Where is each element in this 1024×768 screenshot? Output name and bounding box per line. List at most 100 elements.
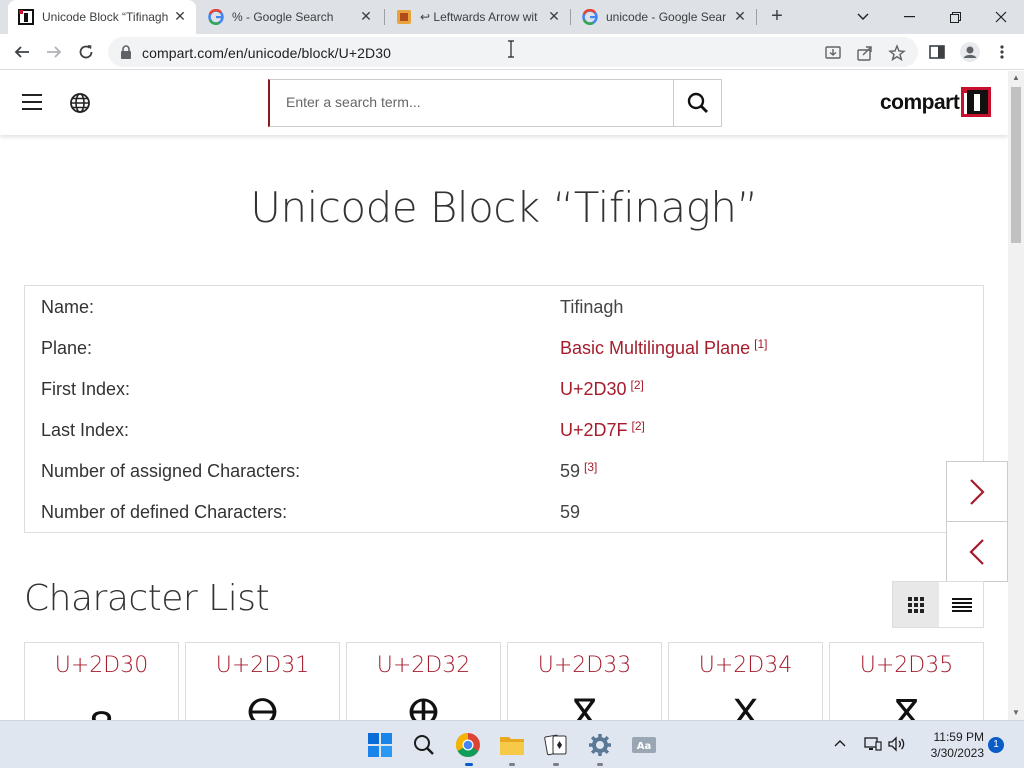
search-icon <box>414 735 434 755</box>
character-code: U+2D34 <box>698 653 793 678</box>
taskbar-chrome[interactable] <box>452 729 484 761</box>
character-glyph: ⴴ <box>733 693 758 720</box>
tab-close-icon[interactable]: ✕ <box>732 8 748 24</box>
arrow-left-icon <box>14 46 29 58</box>
tab-close-icon[interactable]: ✕ <box>546 8 562 24</box>
start-button[interactable] <box>364 729 396 761</box>
character-card[interactable]: U+2D33 ⴳ <box>507 642 662 720</box>
character-code: U+2D35 <box>859 653 954 678</box>
footnote-ref[interactable]: [3] <box>584 460 597 474</box>
character-card[interactable]: U+2D32 ⴲ <box>346 642 501 720</box>
block-info-table: Name: Tifinagh Plane: Basic Multilingual… <box>24 285 984 533</box>
tab-search-button[interactable] <box>840 0 886 34</box>
forward-button[interactable] <box>42 40 66 64</box>
folder-icon <box>500 737 524 755</box>
character-glyph: ⴲ <box>407 693 440 720</box>
minimize-icon <box>903 16 915 18</box>
hamburger-menu-icon[interactable] <box>22 94 42 110</box>
side-panel-icon[interactable] <box>928 43 946 61</box>
grid-view-button[interactable] <box>893 582 939 627</box>
page-title: Unicode Block “Tifinagh” <box>250 183 758 232</box>
first-index-link[interactable]: U+2D30 <box>560 379 627 399</box>
reload-button[interactable] <box>74 40 98 64</box>
install-app-icon[interactable] <box>824 44 842 62</box>
next-block-button[interactable] <box>946 461 1008 522</box>
tab-close-icon[interactable]: ✕ <box>358 8 374 24</box>
tab-leftwards-arrow[interactable]: ↩ Leftwards Arrow with ✕ <box>386 0 570 34</box>
volume-icon[interactable] <box>888 736 906 752</box>
close-window-button[interactable] <box>978 0 1024 34</box>
url-text[interactable]: compart.com/en/unicode/block/U+2D30 <box>142 45 391 61</box>
network-icon[interactable] <box>864 736 882 752</box>
footnote-ref[interactable]: [1] <box>754 337 767 351</box>
tab-google-search-percent[interactable]: % - Google Search ✕ <box>198 0 382 34</box>
taskbar-search-button[interactable] <box>408 729 440 761</box>
character-code: U+2D31 <box>215 653 310 678</box>
compart-logo-icon <box>961 87 992 117</box>
site-header: compart <box>0 71 1008 135</box>
assigned-count: 59 <box>560 461 581 481</box>
taskbar-solitaire[interactable] <box>540 729 572 761</box>
previous-block-button[interactable] <box>946 521 1008 582</box>
minimize-button[interactable] <box>886 0 932 34</box>
browser-tab-strip: Unicode Block “Tifinagh” ✕ % - Google Se… <box>0 0 1024 34</box>
compart-logo[interactable]: compart <box>880 87 993 119</box>
page-viewport: compart Unicode Block “Tifinagh” Name: T… <box>0 71 1024 720</box>
scroll-down-arrow-icon[interactable]: ▼ <box>1008 706 1024 720</box>
restore-icon <box>949 11 961 23</box>
chevron-up-icon[interactable] <box>834 739 846 747</box>
character-glyph: ⴵ <box>895 693 918 720</box>
footnote-ref[interactable]: [2] <box>632 419 645 433</box>
plane-link[interactable]: Basic Multilingual Plane <box>560 338 750 358</box>
tab-google-search-unicode[interactable]: unicode - Google Search ✕ <box>572 0 756 34</box>
restore-button[interactable] <box>932 0 978 34</box>
character-card[interactable]: U+2D34 ⴴ <box>668 642 823 720</box>
info-value-link: Basic Multilingual Plane [1] <box>560 337 767 359</box>
more-menu-icon[interactable] <box>996 43 1008 61</box>
arrow-right-icon <box>47 46 62 58</box>
tab-unicode-block[interactable]: Unicode Block “Tifinagh” ✕ <box>8 0 196 34</box>
footnote-ref[interactable]: [2] <box>631 378 644 392</box>
character-card[interactable]: U+2D35 ⴵ <box>829 642 984 720</box>
gear-icon <box>589 734 611 756</box>
taskbar-character-map[interactable]: Aa <box>628 729 660 761</box>
back-button[interactable] <box>10 40 34 64</box>
tab-title: % - Google Search <box>232 10 334 24</box>
character-card[interactable]: U+2D31 ⴱ <box>185 642 340 720</box>
text-cursor-icon <box>508 40 514 58</box>
notification-badge[interactable]: 1 <box>988 737 1004 753</box>
search-input[interactable] <box>286 94 666 110</box>
info-row-assigned: Number of assigned Characters: 59 [3] <box>41 460 971 487</box>
scroll-up-arrow-icon[interactable]: ▲ <box>1008 71 1024 85</box>
logo-text: compart <box>880 91 960 114</box>
search-icon <box>687 92 708 113</box>
last-index-link[interactable]: U+2D7F <box>560 420 628 440</box>
tab-close-icon[interactable]: ✕ <box>172 8 188 24</box>
info-label: Number of assigned Characters: <box>41 461 301 481</box>
page-scrollbar[interactable]: ▲ ▼ <box>1008 71 1024 720</box>
taskbar-file-explorer[interactable] <box>496 729 528 761</box>
tab-title: Unicode Block “Tifinagh” <box>42 10 168 24</box>
reload-icon <box>79 45 93 59</box>
bookmark-star-icon[interactable] <box>888 44 906 62</box>
info-row-name: Name: Tifinagh <box>41 297 971 323</box>
new-tab-button[interactable]: + <box>766 6 788 28</box>
taskbar-settings[interactable] <box>584 729 616 761</box>
info-label: First Index: <box>41 379 131 399</box>
system-clock[interactable]: 11:59 PM 3/30/2023 <box>918 729 984 761</box>
scrollbar-thumb[interactable] <box>1011 87 1021 243</box>
arrow-favicon-icon <box>397 10 411 24</box>
clock-time: 11:59 PM <box>933 730 984 744</box>
profile-avatar-icon[interactable] <box>960 42 980 62</box>
share-icon[interactable] <box>856 44 874 62</box>
list-view-button[interactable] <box>939 582 985 627</box>
search-button[interactable] <box>673 80 721 126</box>
character-glyph: ⴱ <box>246 693 279 720</box>
globe-icon[interactable] <box>69 92 91 114</box>
chrome-icon <box>455 733 480 758</box>
tab-title: unicode - Google Search <box>606 10 726 24</box>
character-card[interactable]: U+2D30 ⴰ <box>24 642 179 720</box>
grid-icon <box>908 596 924 613</box>
info-label: Plane: <box>41 338 93 358</box>
character-list-heading: Character List <box>24 578 270 619</box>
